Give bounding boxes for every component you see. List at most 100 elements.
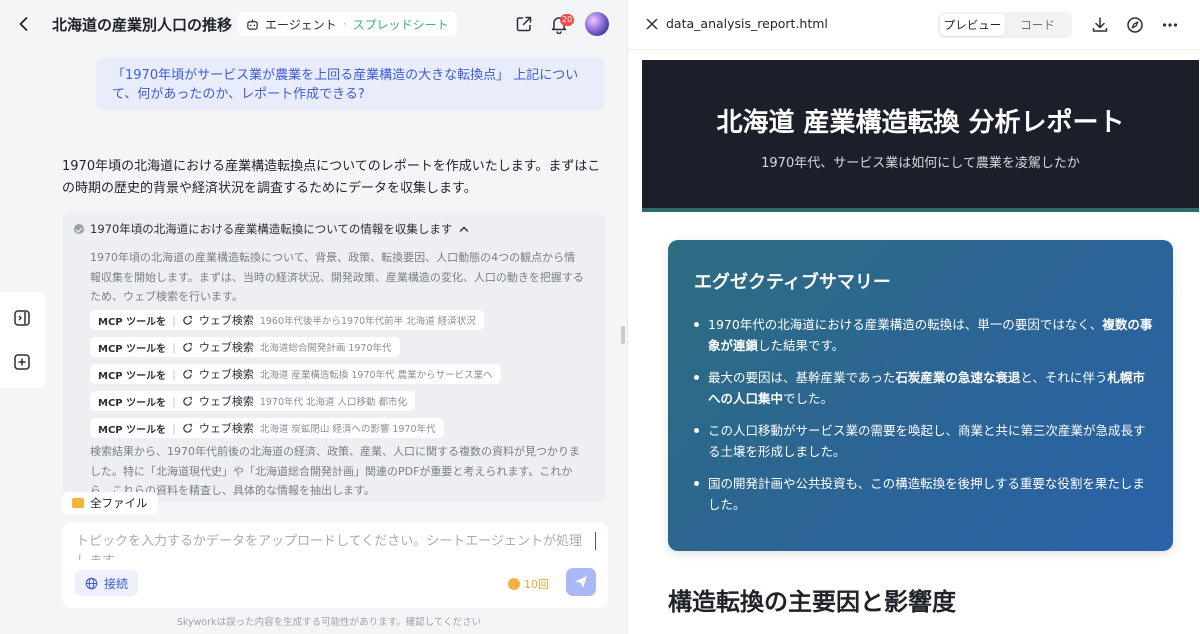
disclaimer-text: Skyworkは誤った内容を生成する可能性があります。確認してください: [176, 617, 482, 628]
summary-list: 1970年代の北海道における産業構造の転換は、単一の要因ではなく、複数の事象が連…: [694, 314, 1154, 526]
report-hero: 北海道 産業構造転換 分析レポート 1970年代、サービス業は如何にして農業を凌…: [642, 60, 1199, 212]
tool-call-row[interactable]: MCP ツールを | ウェブ検索 北海道 炭鉱閉山 経済への影響 1970年代: [90, 418, 444, 438]
plus-square-icon: [14, 354, 30, 370]
close-icon: [646, 18, 658, 30]
credits-indicator: 10回: [508, 576, 549, 592]
tool-action: ウェブ検索: [198, 422, 254, 435]
summary-item: 1970年代の北海道における産業構造の転換は、単一の要因ではなく、複数の事象が連…: [694, 314, 1154, 356]
task-panel: 1970年頃の北海道における産業構造転換についての情報を収集します 1970年頃…: [62, 212, 606, 502]
tool-call-row[interactable]: MCP ツールを | ウェブ検索 1970年代 北海道 人口移動 都市化: [90, 391, 416, 411]
connect-label: 接続: [104, 576, 129, 591]
more-horizontal-icon: [1162, 23, 1178, 27]
summary-text: 最大の要因は、基幹産業であった: [708, 370, 896, 385]
send-icon: [575, 576, 587, 588]
download-icon: [1092, 17, 1108, 32]
tool-divider: |: [172, 367, 176, 381]
web-search-icon: [183, 342, 192, 352]
toggle-panel-button[interactable]: [12, 308, 32, 328]
avatar[interactable]: [585, 12, 609, 36]
task-title: 1970年頃の北海道における産業構造転換についての情報を収集します: [90, 222, 453, 236]
external-link-icon: [516, 16, 532, 32]
tool-label: MCP ツールを: [98, 424, 167, 436]
composer: トピックを入力するかデータをアップロードしてください。シートエージェントが処理し…: [62, 522, 608, 608]
tool-divider: |: [172, 313, 176, 327]
globe-icon: [85, 577, 98, 589]
section-heading: 構造転換の主要因と影響度: [668, 588, 956, 616]
coin-icon: [508, 578, 520, 590]
chat-pane: 北海道の産業別人口の推移 エージェント · スプレッドシート 20 「1970年…: [0, 0, 626, 634]
tool-query: 北海道総合開発計画 1970年代: [259, 343, 392, 354]
tool-action: ウェブ検索: [198, 395, 254, 408]
file-name: data_analysis_report.html: [666, 16, 828, 31]
tool-call-row[interactable]: MCP ツールを | ウェブ検索 北海道総合開発計画 1970年代: [90, 337, 400, 357]
summary-title: エグゼクティブサマリー: [694, 272, 891, 293]
web-search-icon: [183, 315, 192, 325]
sidebar-toggle-icon: [14, 310, 30, 326]
summary-item: この人口移動がサービス業の需要を喚起し、商業と共に第三次産業が急成長する土壌を形…: [694, 420, 1154, 462]
summary-text: と、それに伴う: [1020, 370, 1108, 385]
user-message: 「1970年頃がサービス業が農業を上回る産業構造の大きな転換点」 上記について、…: [96, 58, 604, 110]
tool-action: ウェブ検索: [198, 314, 254, 327]
task-description: 1970年頃の北海道の産業構造転換について、背景、政策、転換要因、人口動態の4つ…: [90, 251, 584, 303]
share-button[interactable]: [514, 14, 534, 34]
summary-text: 1970年代の北海道における産業構造の転換は、単一の要因ではなく、: [708, 317, 1103, 332]
tool-query: 1960年代後半から1970年代前半 北海道 経済状況: [259, 316, 476, 327]
credits-value: 10回: [524, 578, 549, 591]
text-caret: [595, 532, 596, 550]
side-toolbar: [0, 292, 46, 388]
badge-divider: ·: [342, 17, 347, 31]
message-input[interactable]: トピックを入力するかデータをアップロードしてください。シートエージェントが処理し…: [76, 532, 586, 560]
tool-label: MCP ツールを: [98, 397, 167, 409]
tool-divider: |: [172, 394, 176, 408]
more-options-button[interactable]: [1160, 15, 1180, 35]
tool-label: MCP ツールを: [98, 316, 167, 328]
tool-query: 北海道 炭鉱閉山 経済への影響 1970年代: [259, 424, 436, 435]
tab-preview[interactable]: プレビュー: [940, 14, 1005, 36]
close-preview-button[interactable]: [644, 16, 660, 32]
preview-header: data_analysis_report.html プレビュー コード: [628, 0, 1200, 50]
executive-summary-card: エグゼクティブサマリー 1970年代の北海道における産業構造の転換は、単一の要因…: [668, 240, 1173, 551]
resize-handle[interactable]: [621, 326, 625, 344]
report-subtitle: 1970年代、サービス業は如何にして農業を凌駕したか: [761, 156, 1080, 171]
agent-mode-badge[interactable]: エージェント · スプレッドシート: [238, 12, 457, 36]
page-title: 北海道の産業別人口の推移: [52, 16, 233, 34]
back-button[interactable]: [14, 14, 34, 34]
tool-query: 1970年代 北海道 人口移動 都市化: [259, 397, 408, 408]
tool-label: MCP ツールを: [98, 370, 167, 382]
mode-label: スプレッドシート: [352, 17, 449, 32]
tool-call-row[interactable]: MCP ツールを | ウェブ検索 北海道 産業構造転換 1970年代 農業からサ…: [90, 364, 501, 384]
tool-label: MCP ツールを: [98, 343, 167, 355]
summary-text: 国の開発計画や公共投資も、この構造転換を後押しする重要な役割を果たしました。: [708, 476, 1145, 512]
tool-action: ウェブ検索: [198, 368, 254, 381]
summary-text: でした。: [783, 391, 834, 406]
task-result: 検索結果から、1970年代前後の北海道の経済、政策、産業、人口に関する複数の資料…: [90, 445, 580, 497]
view-toggle: プレビュー コード: [938, 12, 1072, 38]
summary-item: 最大の要因は、基幹産業であった石炭産業の急速な衰退と、それに伴う札幌市への人口集…: [694, 367, 1154, 409]
connect-button[interactable]: 接続: [75, 570, 139, 596]
agent-label: エージェント: [265, 17, 337, 32]
assistant-message: 1970年頃の北海道における産業構造転換点についてのレポートを作成いたします。ま…: [62, 159, 601, 196]
tool-call-row[interactable]: MCP ツールを | ウェブ検索 1960年代後半から1970年代前半 北海道 …: [90, 310, 484, 330]
all-files-button[interactable]: 全ファイル: [62, 492, 158, 514]
tool-divider: |: [172, 421, 176, 435]
chat-header: 北海道の産業別人口の推移 エージェント · スプレッドシート 20: [0, 0, 626, 50]
download-button[interactable]: [1090, 15, 1110, 35]
report-title: 北海道 産業構造転換 分析レポート: [716, 108, 1125, 138]
task-header[interactable]: 1970年頃の北海道における産業構造転換についての情報を収集します: [74, 221, 470, 237]
report-preview: 北海道 産業構造転換 分析レポート 1970年代、サービス業は如何にして農業を凌…: [642, 60, 1199, 634]
folder-icon: [72, 498, 84, 508]
check-icon: [74, 224, 84, 234]
tool-divider: |: [172, 340, 176, 354]
summary-item: 国の開発計画や公共投資も、この構造転換を後押しする重要な役割を果たしました。: [694, 473, 1154, 515]
chevron-up-icon: [460, 226, 469, 232]
compass-icon: [1127, 17, 1143, 33]
send-button[interactable]: [566, 568, 596, 596]
tab-code[interactable]: コード: [1005, 14, 1070, 36]
tool-action: ウェブ検索: [198, 341, 254, 354]
new-chat-button[interactable]: [12, 352, 32, 372]
robot-icon: [247, 18, 258, 30]
summary-text: この人口移動がサービス業の需要を喚起し、商業と共に第三次産業が急成長する土壌を形…: [708, 423, 1146, 459]
chevron-left-icon: [19, 17, 28, 31]
tool-query: 北海道 産業構造転換 1970年代 農業からサービス業へ: [259, 370, 493, 381]
explore-button[interactable]: [1125, 15, 1145, 35]
